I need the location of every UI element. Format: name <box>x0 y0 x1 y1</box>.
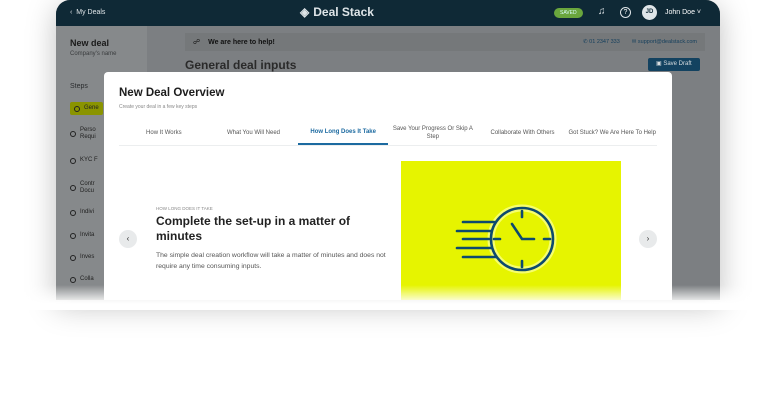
step-item[interactable]: Invita <box>70 232 94 239</box>
modal-tabs: How It Works What You Will Need How Long… <box>119 124 657 146</box>
step-item[interactable]: Inves <box>70 254 94 261</box>
phone-link[interactable]: ✆ 01 2347 333 <box>583 39 620 45</box>
top-bar: ‹ My Deals ◈ Deal Stack SAVED ♫ ? JD John… <box>56 0 720 26</box>
fast-clock-icon <box>455 204 557 274</box>
radio-icon <box>70 157 76 164</box>
user-name: John Doe <box>665 9 695 16</box>
step-label: Gene <box>84 105 99 111</box>
radio-icon <box>70 185 76 191</box>
help-text: We are here to help! <box>208 38 275 46</box>
back-label: My Deals <box>76 9 106 16</box>
slide-illustration <box>401 161 621 300</box>
tab-collaborate[interactable]: Collaborate With Others <box>478 124 568 145</box>
avatar[interactable]: JD <box>642 5 657 20</box>
modal-title: New Deal Overview <box>119 87 225 99</box>
logo: ◈ Deal Stack <box>300 5 374 19</box>
radio-icon <box>70 254 76 261</box>
bottom-fade <box>0 285 778 310</box>
email-link[interactable]: ✉ support@dealstack.com <box>632 39 697 45</box>
tab-save-progress[interactable]: Save Your Progress Or Skip A Step <box>388 124 478 145</box>
tab-how-long-does-it-take[interactable]: How Long Does It Take <box>298 124 389 145</box>
radio-icon <box>74 105 80 112</box>
step-item[interactable]: Gene <box>70 102 103 115</box>
stack-logo-icon: ◈ <box>300 5 310 19</box>
phone-number: 01 2347 333 <box>589 39 620 45</box>
back-to-my-deals-link[interactable]: ‹ My Deals <box>70 9 105 16</box>
slide-eyebrow: HOW LONG DOES IT TAKE <box>156 206 213 211</box>
radio-icon <box>70 232 76 239</box>
save-draft-button[interactable]: ▣ Save Draft <box>648 58 700 71</box>
tab-what-you-will-need[interactable]: What You Will Need <box>209 124 299 145</box>
tab-got-stuck[interactable]: Got Stuck? We Are Here To Help <box>567 124 657 145</box>
handshake-icon: ☍ <box>193 39 201 46</box>
page-title: General deal inputs <box>185 58 297 72</box>
slide-body: The simple deal creation workflow will t… <box>156 252 386 270</box>
step-item[interactable]: KYC F <box>70 157 98 164</box>
steps-label: Steps <box>70 83 88 90</box>
step-label: Colla <box>80 276 94 282</box>
step-label: Perso Requi <box>80 127 96 140</box>
help-icon[interactable]: ? <box>620 7 631 18</box>
tab-how-it-works[interactable]: How It Works <box>119 124 209 145</box>
logo-text: Deal Stack <box>313 5 374 19</box>
step-item[interactable]: Colla <box>70 276 94 283</box>
deal-title: New deal <box>70 38 110 48</box>
slide-heading: Complete the set-up in a matter of minut… <box>156 214 351 243</box>
step-label: Invita <box>80 232 95 238</box>
radio-icon <box>70 276 76 283</box>
prev-slide-button[interactable]: ‹ <box>119 230 137 248</box>
step-label: Contr Docu <box>80 181 95 194</box>
step-label: Inves <box>80 254 95 260</box>
step-item[interactable]: Indivi <box>70 209 94 216</box>
save-draft-label: Save Draft <box>663 61 692 67</box>
modal-subtitle: Create your deal in a few key steps <box>119 104 198 110</box>
step-label: KYC F <box>80 157 98 163</box>
step-label: Indivi <box>80 209 95 215</box>
saved-badge: SAVED <box>554 8 583 18</box>
step-item[interactable]: Contr Docu <box>70 181 95 195</box>
company-name: Company's name <box>70 51 117 57</box>
user-menu[interactable]: John Doe ˅ <box>665 9 701 16</box>
next-slide-button[interactable]: › <box>639 230 657 248</box>
radio-icon <box>70 131 76 137</box>
help-bar: ☍ We are here to help! ✆ 01 2347 333 ✉ sup… <box>185 33 705 51</box>
step-item[interactable]: Perso Requi <box>70 127 96 141</box>
email-address: support@dealstack.com <box>637 39 697 45</box>
radio-icon <box>70 209 76 216</box>
overview-modal: New Deal Overview Create your deal in a … <box>104 72 672 300</box>
bell-icon[interactable]: ♫ <box>598 6 606 17</box>
app-window: ‹ My Deals ◈ Deal Stack SAVED ♫ ? JD John… <box>56 0 720 300</box>
